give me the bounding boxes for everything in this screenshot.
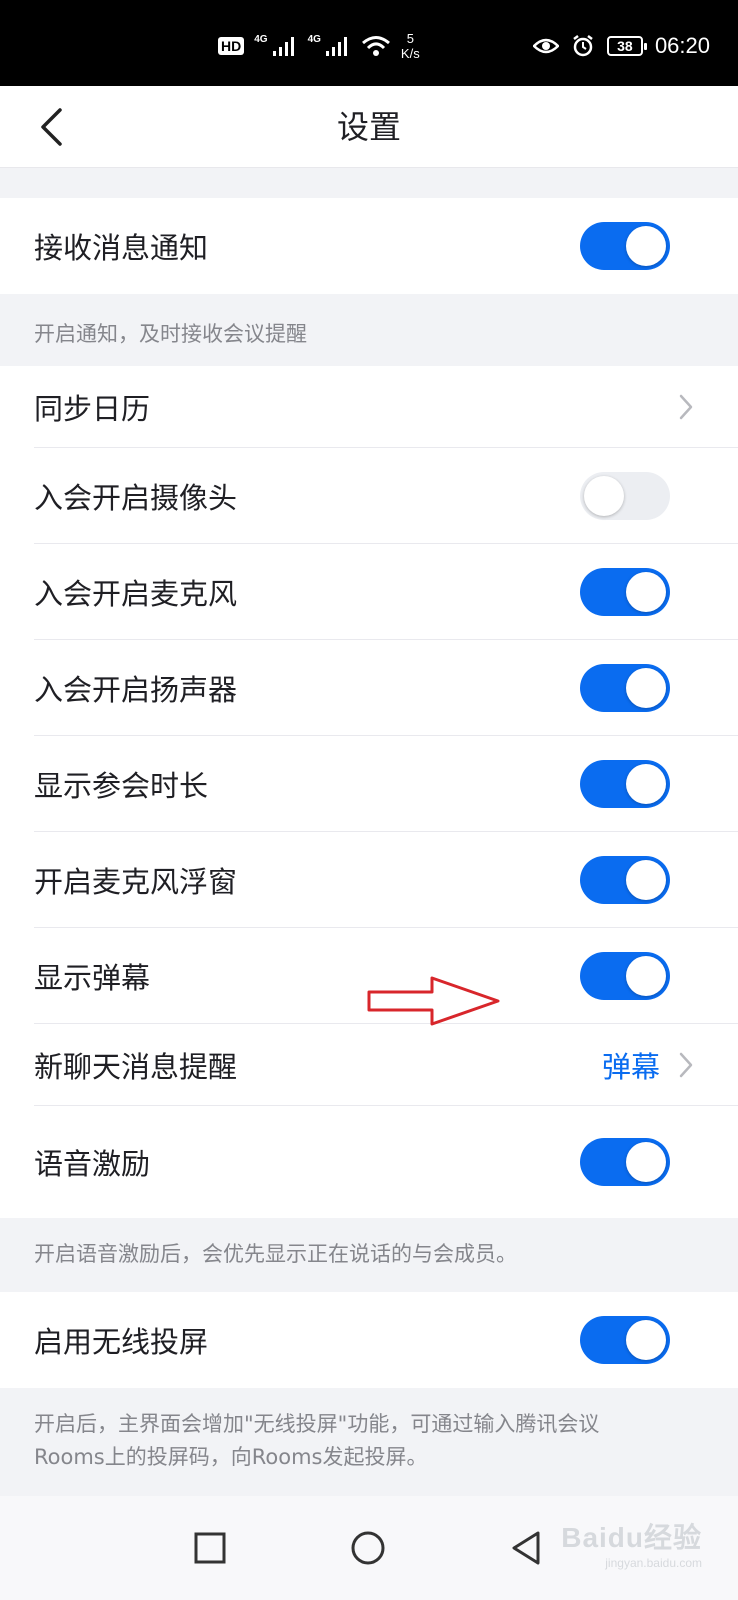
- setting-label: 新聊天消息提醒: [34, 1050, 238, 1084]
- setting-label: 启用无线投屏: [34, 1325, 209, 1359]
- show-duration-toggle[interactable]: [580, 760, 670, 808]
- system-navigation-bar: Baidu经验 jingyan.baidu.com: [0, 1496, 738, 1600]
- toggle-knob: [626, 572, 666, 612]
- mic-float-window-toggle[interactable]: [580, 856, 670, 904]
- setting-wireless-cast: 启用无线投屏: [0, 1292, 738, 1388]
- setting-show-duration: 显示参会时长: [0, 736, 738, 832]
- battery-icon: 38: [606, 36, 647, 56]
- setting-label: 入会开启摄像头: [34, 481, 238, 515]
- alarm-icon: [573, 35, 593, 57]
- toggle-knob: [626, 668, 666, 708]
- wireless-cast-hint-line1: 开启后，主界面会增加"无线投屏"功能，可通过输入腾讯会议: [34, 1412, 600, 1436]
- setting-camera-on-join: 入会开启摄像头: [0, 448, 738, 544]
- wireless-cast-hint: 开启后，主界面会增加"无线投屏"功能，可通过输入腾讯会议 Rooms上的投屏码，…: [34, 1408, 714, 1474]
- setting-new-chat-alert[interactable]: 新聊天消息提醒 弹幕: [0, 1024, 738, 1106]
- voice-excitation-toggle[interactable]: [580, 1138, 670, 1186]
- triangle-back-icon[interactable]: [504, 1526, 548, 1570]
- setting-label: 显示弹幕: [34, 961, 151, 995]
- setting-label: 入会开启麦克风: [34, 577, 238, 611]
- network-type-label: 4G: [254, 33, 268, 45]
- chevron-right-icon: [679, 394, 693, 420]
- watermark-sub: jingyan.baidu.com: [605, 1556, 702, 1570]
- status-time: 06:20: [654, 33, 710, 58]
- circle-icon[interactable]: [346, 1526, 390, 1570]
- receive-notifications-toggle[interactable]: [580, 222, 670, 270]
- toggle-knob: [626, 956, 666, 996]
- setting-voice-excitation: 语音激励: [0, 1106, 738, 1218]
- mic-on-join-toggle[interactable]: [580, 568, 670, 616]
- navigation-header: 设置: [0, 86, 738, 168]
- watermark-main: Baidu经验: [561, 1522, 702, 1553]
- network-type-label-2: 4G: [307, 33, 321, 45]
- setting-speaker-on-join: 入会开启扬声器: [0, 640, 738, 736]
- toggle-knob: [626, 226, 666, 266]
- chevron-left-icon: [41, 108, 62, 146]
- eye-icon: [532, 38, 559, 54]
- signal-icon-2: [325, 37, 347, 56]
- square-icon[interactable]: [188, 1526, 232, 1570]
- setting-mic-float-window: 开启麦克风浮窗: [0, 832, 738, 928]
- status-right-icons: 38 06:20: [532, 26, 710, 66]
- setting-label: 语音激励: [34, 1147, 151, 1181]
- wifi-icon: [361, 36, 390, 56]
- watermark: Baidu经验 jingyan.baidu.com: [561, 1516, 702, 1570]
- toggle-knob: [626, 1320, 666, 1360]
- arrow-right-icon: [367, 976, 500, 1026]
- chevron-right-icon: [679, 1052, 693, 1078]
- toggle-knob: [626, 1142, 666, 1182]
- setting-label: 同步日历: [34, 392, 151, 426]
- back-button[interactable]: [28, 104, 74, 150]
- setting-label: 开启麦克风浮窗: [34, 865, 238, 899]
- network-speed-value: 5: [406, 31, 414, 46]
- wireless-cast-hint-line2: Rooms上的投屏码，向Rooms发起投屏。: [34, 1445, 428, 1469]
- camera-on-join-toggle[interactable]: [580, 472, 670, 520]
- setting-mic-on-join: 入会开启麦克风: [0, 544, 738, 640]
- setting-sync-calendar[interactable]: 同步日历: [0, 366, 738, 448]
- status-left-icons: HD 4G 4G 5 K/s: [218, 26, 420, 66]
- network-speed: 5 K/s: [401, 31, 420, 61]
- status-bar: HD 4G 4G 5 K/s 38 06:20: [0, 0, 738, 86]
- signal-icon: [272, 37, 294, 56]
- setting-label: 接收消息通知: [34, 231, 209, 265]
- toggle-knob: [626, 860, 666, 900]
- wireless-cast-toggle[interactable]: [580, 1316, 670, 1364]
- hd-voice-icon: HD: [218, 37, 245, 55]
- setting-label: 入会开启扬声器: [34, 673, 238, 707]
- new-chat-alert-value: 弹幕: [601, 1050, 660, 1084]
- setting-label: 显示参会时长: [34, 769, 209, 803]
- page-title: 设置: [336, 108, 401, 146]
- speaker-on-join-toggle[interactable]: [580, 664, 670, 712]
- setting-receive-notifications: 接收消息通知: [0, 198, 738, 294]
- toggle-knob: [584, 476, 624, 516]
- toggle-knob: [626, 764, 666, 804]
- network-speed-unit: K/s: [400, 46, 420, 61]
- voice-excitation-hint: 开启语音激励后，会优先显示正在说话的与会成员。: [34, 1242, 517, 1266]
- show-danmaku-toggle[interactable]: [580, 952, 670, 1000]
- notifications-hint: 开启通知，及时接收会议提醒: [34, 322, 307, 346]
